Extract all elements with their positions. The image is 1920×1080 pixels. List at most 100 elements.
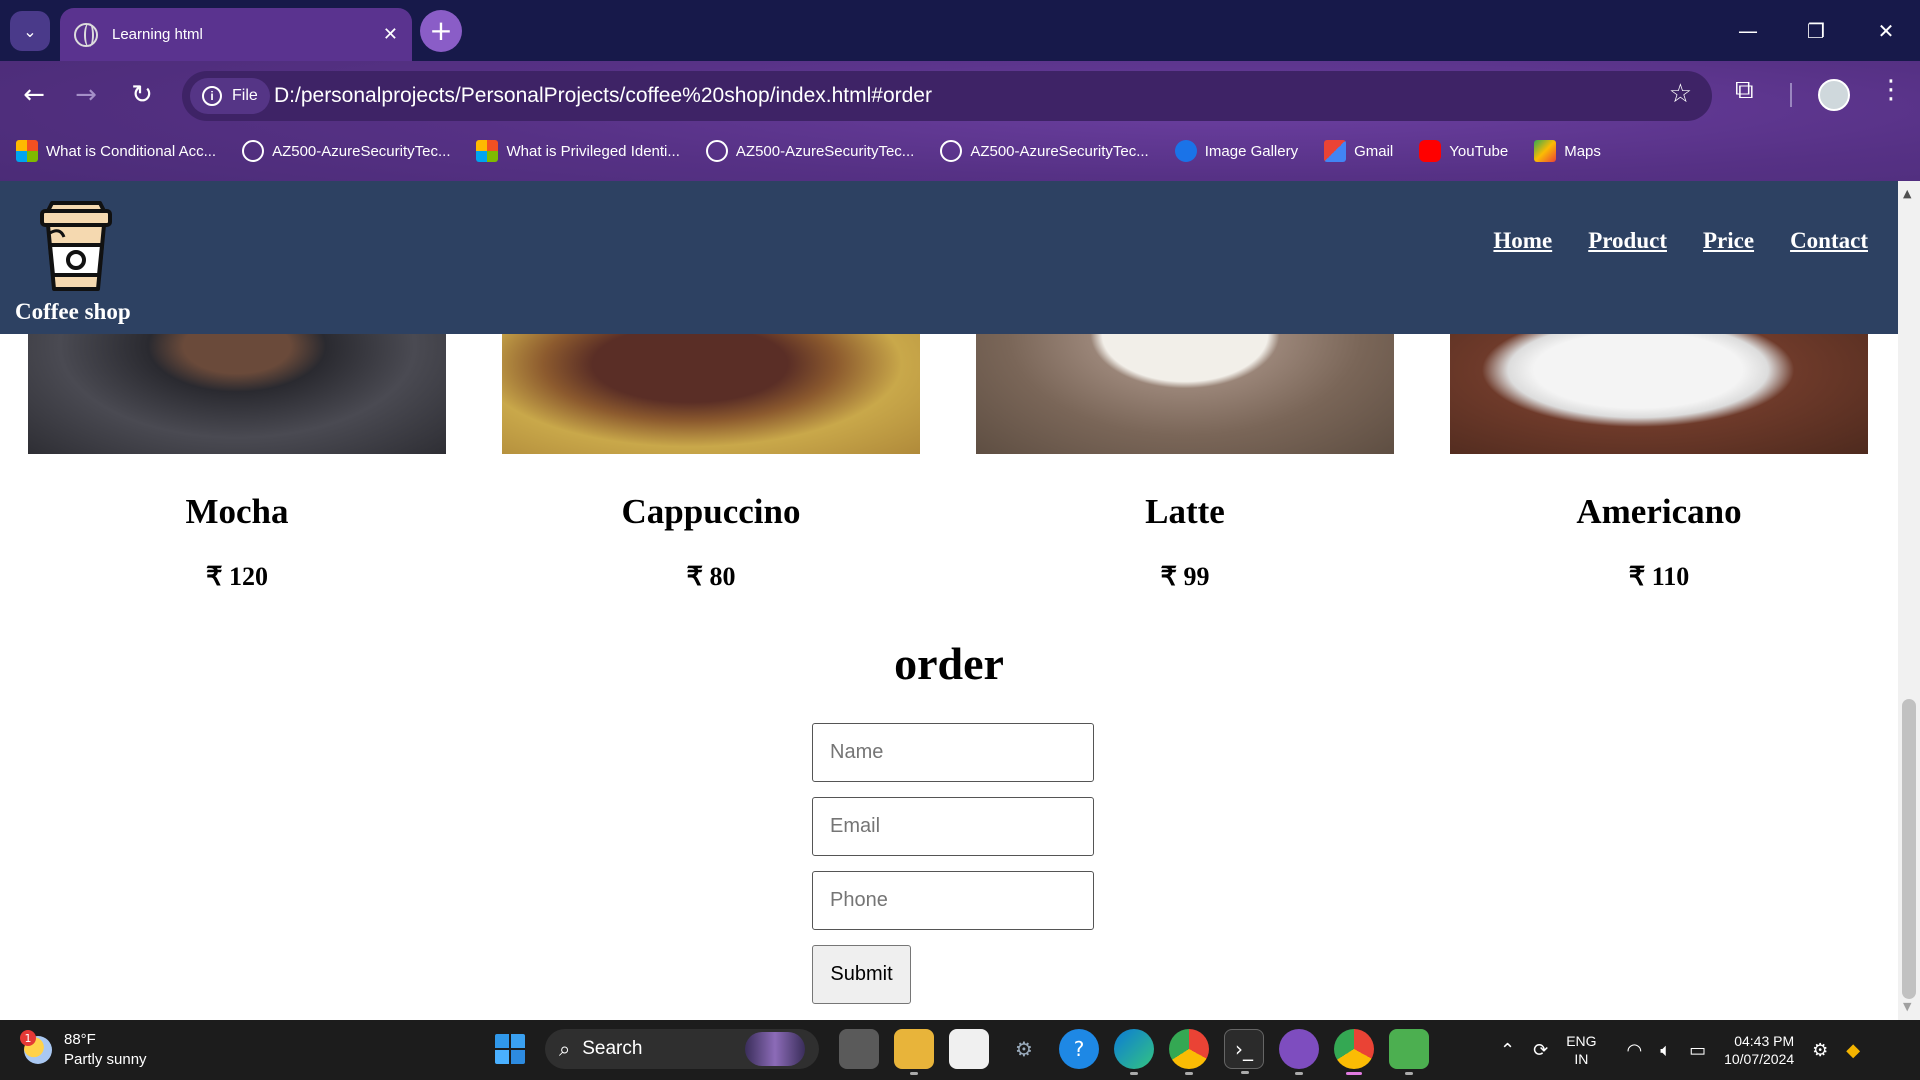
wifi-icon[interactable]: ◠ [1627, 1040, 1643, 1061]
copilot-icon[interactable]: ◆ [1846, 1040, 1860, 1061]
volume-icon[interactable]: 🔈︎ [1660, 1040, 1671, 1061]
bookmark-item[interactable]: AZ500-AzureSecurityTec... [242, 140, 450, 162]
forward-button[interactable]: → [66, 75, 106, 115]
battery-icon[interactable]: ▭ [1689, 1040, 1706, 1061]
scroll-down-icon[interactable]: ▼ [1903, 1000, 1911, 1013]
scrollbar-thumb[interactable] [1902, 699, 1916, 999]
system-tray: ⌃ ⟳ ENG IN ◠ 🔈︎ ▭ 04:43 PM 10/07/2024 ⚙ … [1500, 1020, 1878, 1080]
order-form: Submit [812, 723, 1094, 1004]
image-editor-icon[interactable] [1389, 1029, 1429, 1075]
language-code: ENG [1566, 1033, 1597, 1049]
phone-field[interactable] [812, 871, 1094, 930]
notifications-icon[interactable]: ⚙ [1812, 1040, 1828, 1061]
close-tab-icon[interactable]: ✕ [383, 24, 398, 45]
weather-sun-icon: 1 [20, 1030, 52, 1064]
edge-browser-icon[interactable] [1114, 1029, 1154, 1075]
bookmark-label: AZ500-AzureSecurityTec... [970, 142, 1149, 160]
product-image-americano [1450, 334, 1868, 454]
restore-button[interactable]: ❐ [1782, 0, 1850, 61]
new-tab-button[interactable]: + [420, 10, 462, 52]
help-icon[interactable]: ? [1059, 1029, 1099, 1069]
product-price: ₹ 110 [1628, 562, 1690, 591]
chrome-icon[interactable] [1169, 1029, 1209, 1075]
back-button[interactable]: ← [14, 75, 54, 115]
microsoft-icon [476, 140, 499, 162]
minimize-button[interactable]: — [1714, 0, 1782, 61]
product-image-cappuccino [502, 334, 920, 454]
order-heading: order [894, 638, 1004, 689]
nav-link-product[interactable]: Product [1588, 228, 1667, 254]
youtube-icon [1419, 140, 1442, 162]
terminal-icon[interactable]: ›_ [1224, 1029, 1264, 1074]
bookmark-label: What is Conditional Acc... [46, 142, 217, 160]
bookmark-item[interactable]: YouTube [1419, 140, 1508, 162]
search-highlight-icon [745, 1032, 805, 1066]
product-image-mocha [28, 334, 446, 454]
scroll-up-icon[interactable]: ▲ [1903, 187, 1911, 200]
tab-search-button[interactable]: ⌄ [10, 11, 50, 51]
sync-icon[interactable]: ⟳ [1533, 1040, 1548, 1061]
profile-avatar[interactable] [1818, 79, 1850, 111]
file-explorer-icon[interactable] [894, 1029, 934, 1075]
product-card: Mocha ₹ 120 [28, 334, 446, 592]
active-tab[interactable]: Learning html ✕ [60, 8, 412, 61]
coffee-cup-logo-icon [40, 201, 112, 291]
bookmark-label: Maps [1564, 142, 1601, 160]
site-info-chip[interactable]: i File [190, 78, 270, 114]
globe-icon [74, 22, 98, 47]
browser-menu-icon[interactable]: ⋮ [1878, 75, 1904, 105]
start-button[interactable] [490, 1029, 530, 1069]
nav-link-price[interactable]: Price [1703, 228, 1754, 254]
product-image-latte [976, 334, 1394, 454]
task-view-icon[interactable] [839, 1029, 879, 1069]
bookmark-label: AZ500-AzureSecurityTec... [272, 142, 451, 160]
tab-title: Learning html [112, 26, 203, 43]
bookmark-item[interactable]: Image Gallery [1174, 140, 1298, 162]
bookmark-item[interactable]: AZ500-AzureSecurityTec... [705, 140, 915, 162]
windows-logo-icon [495, 1034, 525, 1064]
microsoft-icon [16, 140, 38, 162]
drop-icon [1174, 140, 1197, 162]
chevron-up-icon[interactable]: ⌃ [1500, 1040, 1515, 1061]
weather-temperature: 88°F [64, 1031, 96, 1048]
navigation-row: ← → ↻ i File D:/personalprojects/Persona… [0, 61, 1920, 129]
close-window-button[interactable]: ✕ [1852, 0, 1920, 61]
tab-strip: ⌄ Learning html ✕ + — ❐ ✕ [0, 0, 1920, 61]
globe-icon [705, 140, 728, 162]
bookmark-star-icon[interactable]: ☆ [1669, 79, 1692, 109]
nav-link-home[interactable]: Home [1493, 228, 1552, 254]
address-bar[interactable]: i File D:/personalprojects/PersonalProje… [182, 71, 1712, 121]
settings-gear-icon[interactable]: ⚙ [1004, 1029, 1044, 1069]
clock[interactable]: 04:43 PM 10/07/2024 [1724, 1032, 1794, 1068]
product-name: Cappuccino [621, 492, 801, 531]
microsoft-store-icon[interactable] [949, 1029, 989, 1069]
taskbar-search[interactable]: ⌕ Search [545, 1029, 819, 1069]
chrome-profile-icon[interactable] [1334, 1029, 1374, 1075]
language-indicator[interactable]: ENG IN [1566, 1032, 1596, 1068]
bookmark-item[interactable]: AZ500-AzureSecurityTec... [940, 140, 1149, 162]
extensions-icon[interactable]: ⧉ [1735, 75, 1754, 106]
product-price: ₹ 99 [1160, 562, 1210, 591]
nav-link-contact[interactable]: Contact [1790, 228, 1868, 254]
product-name: Mocha [185, 492, 289, 531]
bookmark-label: AZ500-AzureSecurityTec... [735, 142, 915, 160]
name-field[interactable] [812, 723, 1094, 782]
globe-icon [242, 140, 265, 162]
bookmarks-bar: What is Conditional Acc... AZ500-AzureSe… [0, 133, 1920, 169]
submit-button[interactable]: Submit [812, 945, 911, 1004]
reload-button[interactable]: ↻ [122, 75, 162, 115]
url-text[interactable]: D:/personalprojects/PersonalProjects/cof… [274, 84, 932, 108]
email-field[interactable] [812, 797, 1094, 856]
bookmark-item[interactable]: Maps [1534, 140, 1601, 162]
toolbar-divider [1790, 83, 1792, 107]
page-viewport: Coffee shop Home Product Price Contact M… [0, 181, 1898, 1020]
bookmark-item[interactable]: Gmail [1324, 140, 1393, 162]
search-label: Search [582, 1038, 643, 1059]
page-scrollbar[interactable]: ▲ ▼ [1898, 181, 1920, 1020]
github-desktop-icon[interactable] [1279, 1029, 1319, 1075]
brand-name[interactable]: Coffee shop [15, 299, 131, 325]
bookmark-item[interactable]: What is Privileged Identi... [476, 140, 680, 162]
region-code: IN [1574, 1051, 1589, 1067]
bookmark-item[interactable]: What is Conditional Acc... [16, 140, 216, 162]
weather-widget[interactable]: 1 88°F Partly sunny [20, 1030, 147, 1070]
